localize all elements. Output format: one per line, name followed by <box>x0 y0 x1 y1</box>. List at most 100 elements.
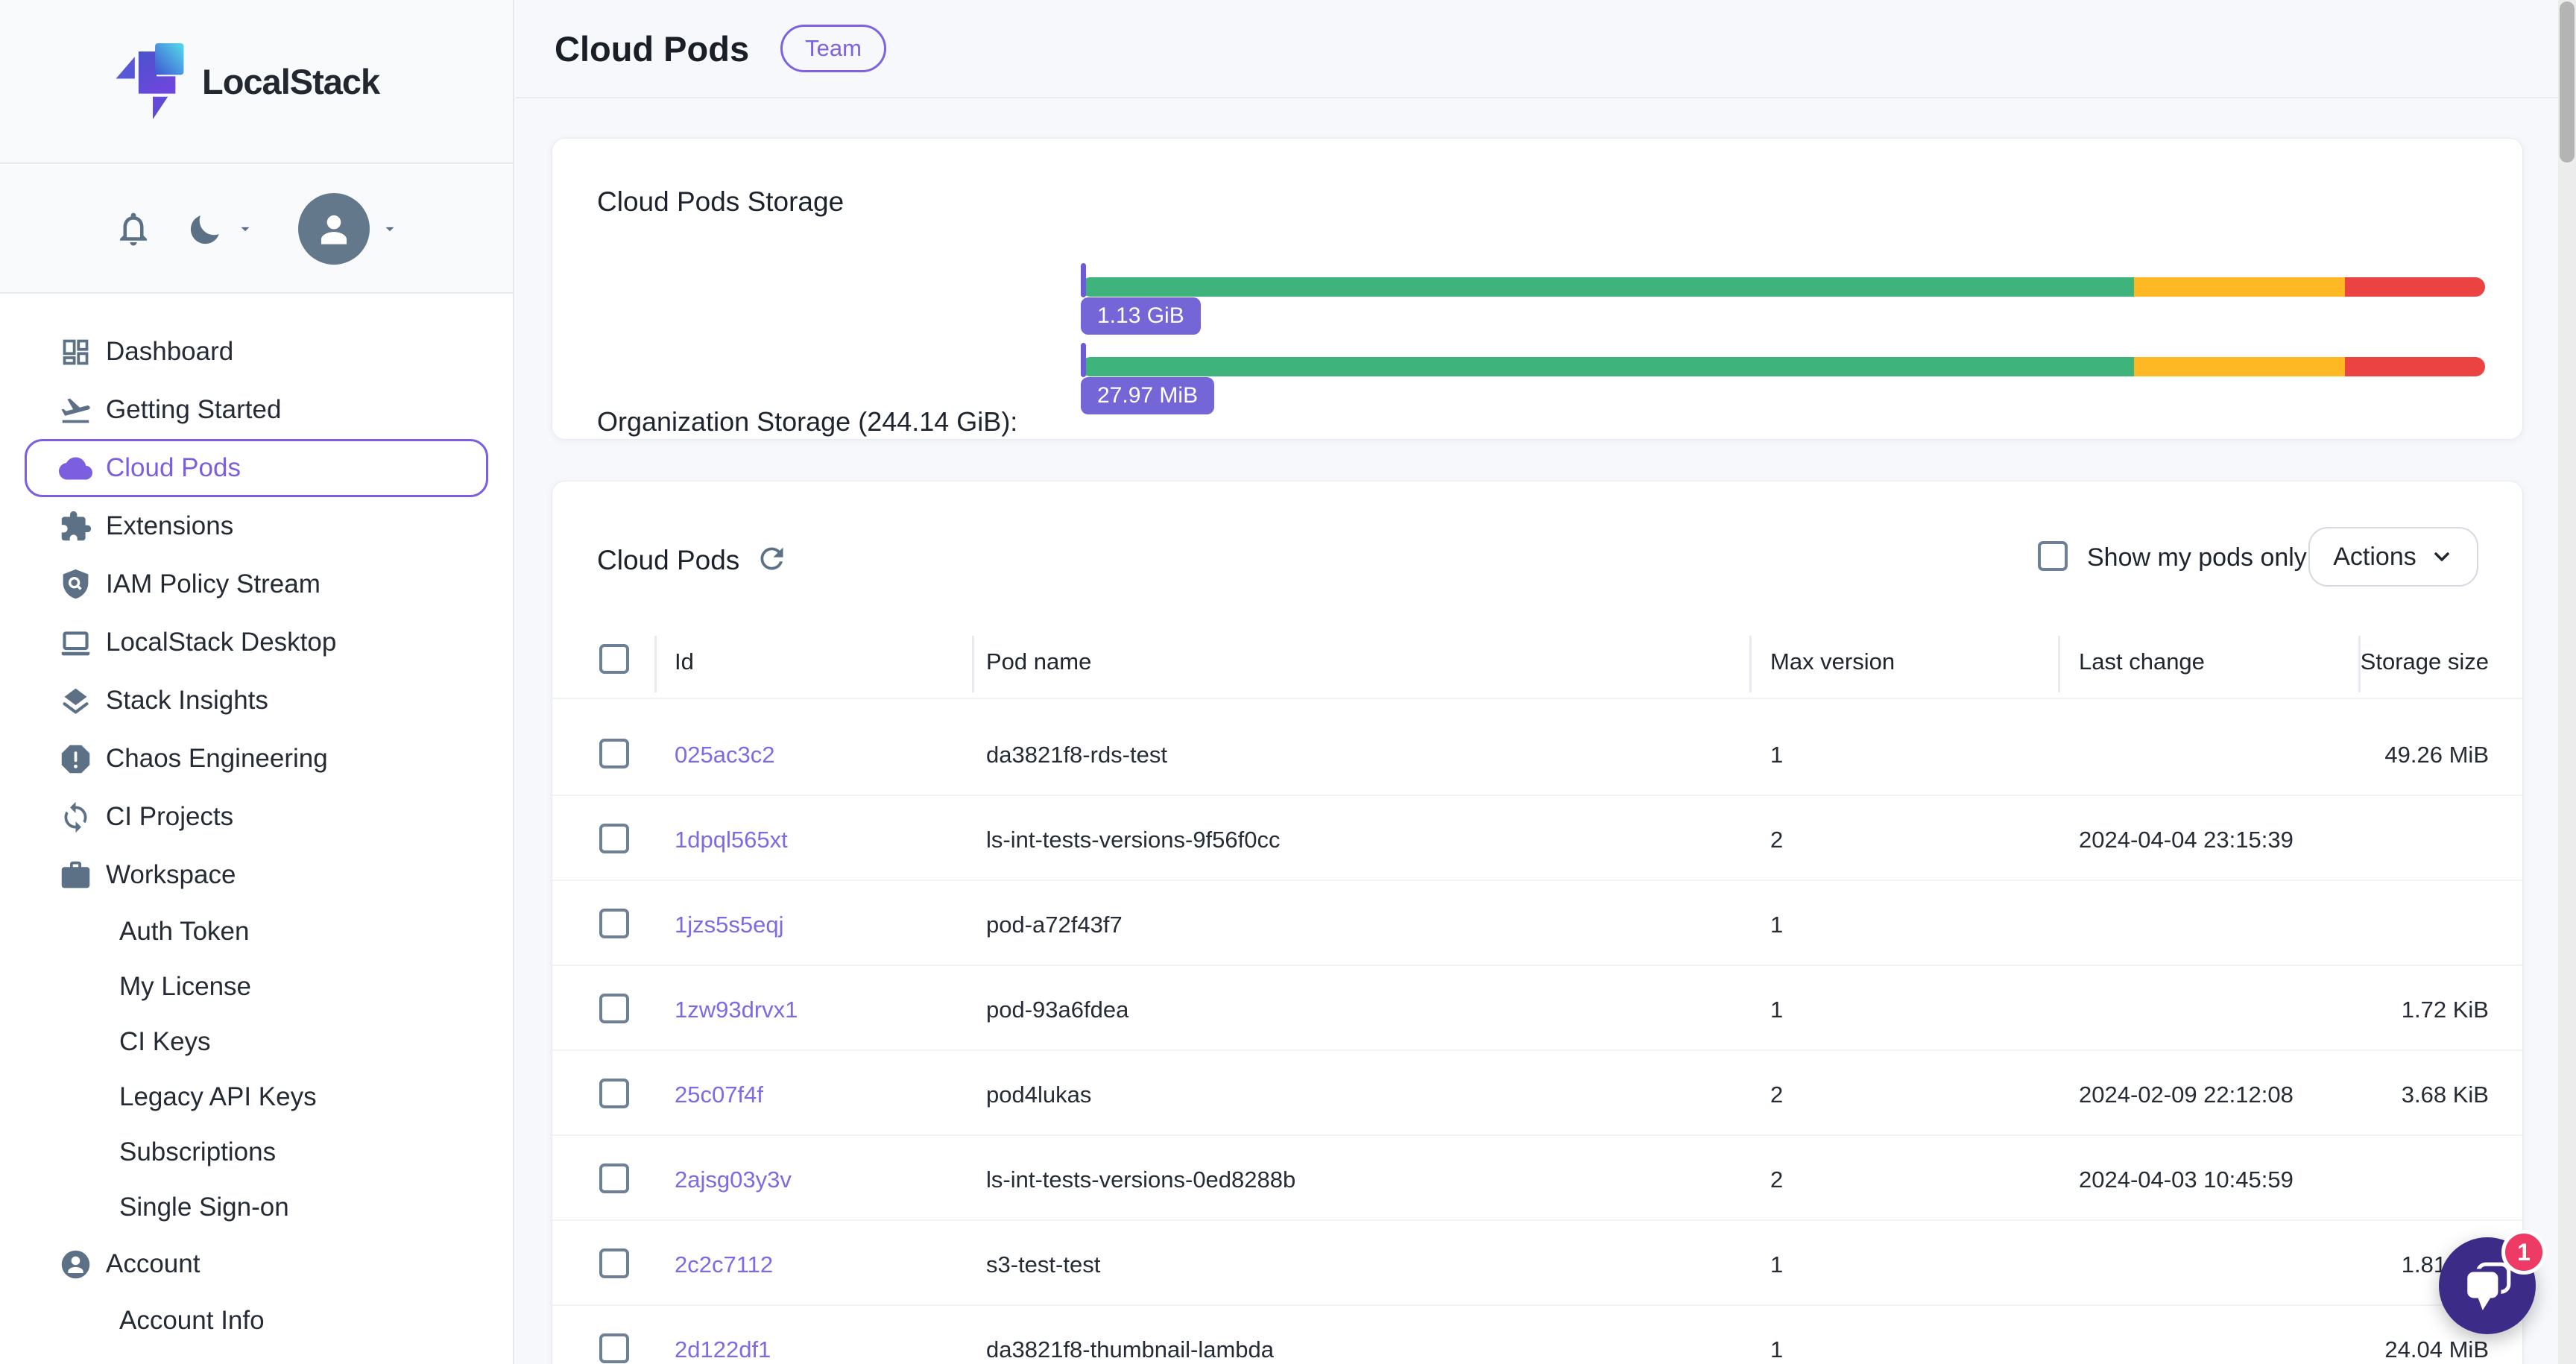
pod-id-link[interactable]: 2c2c7112 <box>675 1251 773 1278</box>
plane-takeoff-icon <box>59 394 92 427</box>
sidebar-item-single-sign-on[interactable]: Single Sign-on <box>25 1180 488 1235</box>
sidebar-item-account[interactable]: Account <box>25 1235 488 1293</box>
column-divider[interactable] <box>1749 636 1752 692</box>
sidebar-item-ci-keys[interactable]: CI Keys <box>25 1014 488 1070</box>
table-row: 2c2c7112 s3-test-test 1 1.81 KiB <box>552 1221 2522 1306</box>
sidebar-menu: Dashboard Getting Started Cloud Pods Ext… <box>0 295 513 1364</box>
row-checkbox[interactable] <box>599 1248 629 1278</box>
pod-id-link[interactable]: 2d122df1 <box>675 1336 771 1363</box>
org-storage-marker <box>1081 263 1086 297</box>
sidebar-item-auth-token[interactable]: Auth Token <box>25 904 488 959</box>
column-header-id[interactable]: Id <box>675 648 694 675</box>
show-my-pods-checkbox[interactable] <box>2038 541 2068 571</box>
page-header: Cloud Pods Team <box>516 0 2576 98</box>
chevron-down-icon <box>236 219 255 239</box>
select-all-checkbox[interactable] <box>599 644 629 674</box>
actions-button[interactable]: Actions <box>2308 527 2478 587</box>
cloud-icon <box>59 452 92 485</box>
shield-search-icon <box>59 568 92 602</box>
user-storage-usage-badge: 27.97 MiB <box>1081 377 1214 414</box>
table-row: 1dpql565xt ls-int-tests-versions-9f56f0c… <box>552 796 2522 881</box>
pod-name-cell: da3821f8-rds-test <box>986 742 1167 768</box>
localstack-logo-icon <box>116 43 184 119</box>
sidebar-item-my-license[interactable]: My License <box>25 959 488 1014</box>
pod-id-link[interactable]: 2ajsg03y3v <box>675 1166 792 1193</box>
storage-size-cell: 1.72 KiB <box>2402 997 2489 1023</box>
sidebar-item-chaos-engineering[interactable]: Chaos Engineering <box>25 730 488 788</box>
theme-selector[interactable] <box>186 209 255 248</box>
row-checkbox[interactable] <box>599 1163 629 1193</box>
page-title: Cloud Pods <box>555 28 749 69</box>
sidebar-item-extensions[interactable]: Extensions <box>25 497 488 555</box>
storage-bar-segment <box>1081 277 2134 297</box>
dashboard-icon <box>59 335 92 369</box>
avatar-icon <box>298 193 370 265</box>
scrollbar-thumb[interactable] <box>2560 1 2575 162</box>
column-header-pod-name[interactable]: Pod name <box>986 648 1091 675</box>
storage-size-cell: 24.04 MiB <box>2384 1336 2489 1363</box>
pod-id-link[interactable]: 1zw93drvx1 <box>675 997 798 1023</box>
row-checkbox[interactable] <box>599 1079 629 1108</box>
storage-bar-segment <box>2134 277 2345 297</box>
column-divider[interactable] <box>2058 636 2060 692</box>
sidebar-item-ci-projects[interactable]: CI Projects <box>25 788 488 846</box>
pod-name-cell: ls-int-tests-versions-0ed8288b <box>986 1166 1295 1193</box>
laptop-icon <box>59 626 92 660</box>
table-row: 1jzs5s5eqj pod-a72f43f7 1 <box>552 881 2522 966</box>
org-storage-bar <box>1081 277 2485 297</box>
pod-id-link[interactable]: 25c07f4f <box>675 1082 763 1108</box>
chevron-down-icon <box>380 219 400 239</box>
row-checkbox[interactable] <box>599 824 629 853</box>
storage-size-cell: 49.26 MiB <box>2384 742 2489 768</box>
pod-id-link[interactable]: 1dpql565xt <box>675 827 788 853</box>
sidebar-item-stack-insights[interactable]: Stack Insights <box>25 672 488 730</box>
logo[interactable]: LocalStack <box>0 0 513 164</box>
column-divider[interactable] <box>654 636 657 692</box>
pod-name-cell: pod-a72f43f7 <box>986 912 1123 938</box>
sidebar-item-iam-policy-stream[interactable]: IAM Policy Stream <box>25 555 488 613</box>
sidebar-item-password-and-authentication[interactable]: Password and Authentication <box>25 1348 488 1364</box>
table-header-divider <box>552 698 2522 699</box>
scrollbar[interactable] <box>2558 0 2576 1364</box>
storage-bar-segment <box>2345 277 2485 297</box>
sidebar-item-localstack-desktop[interactable]: LocalStack Desktop <box>25 613 488 672</box>
user-menu[interactable] <box>298 193 400 265</box>
alert-octagon-icon <box>59 742 92 776</box>
sidebar-item-workspace[interactable]: Workspace <box>25 846 488 904</box>
sidebar-item-account-info[interactable]: Account Info <box>25 1293 488 1348</box>
sidebar-item-dashboard[interactable]: Dashboard <box>25 323 488 381</box>
sidebar-item-cloud-pods[interactable]: Cloud Pods <box>25 439 488 497</box>
sidebar-item-getting-started[interactable]: Getting Started <box>25 381 488 439</box>
column-divider[interactable] <box>972 636 974 692</box>
briefcase-icon <box>59 859 92 892</box>
refresh-icon[interactable] <box>755 542 789 575</box>
top-icon-bar <box>0 165 513 294</box>
org-storage-label: Organization Storage (244.14 GiB): <box>597 406 1017 438</box>
brand-name: LocalStack <box>202 61 379 102</box>
table-row: 25c07f4f pod4lukas 2 2024-02-09 22:12:08… <box>552 1051 2522 1136</box>
storage-bar-segment <box>1081 357 2134 376</box>
pod-name-cell: da3821f8-thumbnail-lambda <box>986 1336 1274 1363</box>
column-header-last-change[interactable]: Last change <box>2079 648 2205 675</box>
row-checkbox[interactable] <box>599 1333 629 1363</box>
pods-card: Cloud Pods Show my pods only Actions Id … <box>552 481 2523 1364</box>
column-header-max-version[interactable]: Max version <box>1770 648 1895 675</box>
layers-icon <box>59 684 92 718</box>
row-checkbox[interactable] <box>599 909 629 938</box>
column-header-storage-size[interactable]: Storage size <box>2361 648 2489 675</box>
max-version-cell: 2 <box>1770 1082 1783 1108</box>
pod-id-link[interactable]: 025ac3c2 <box>675 742 774 768</box>
last-change-cell: 2024-04-03 10:45:59 <box>2079 1166 2294 1193</box>
table-row: 025ac3c2 da3821f8-rds-test 1 49.26 MiB <box>552 711 2522 796</box>
sidebar-item-legacy-api-keys[interactable]: Legacy API Keys <box>25 1070 488 1125</box>
row-checkbox[interactable] <box>599 739 629 768</box>
max-version-cell: 1 <box>1770 997 1783 1023</box>
storage-bar-segment <box>2134 357 2345 376</box>
sync-icon <box>59 801 92 834</box>
sidebar-item-subscriptions[interactable]: Subscriptions <box>25 1125 488 1180</box>
pod-id-link[interactable]: 1jzs5s5eqj <box>675 912 783 938</box>
bell-icon[interactable] <box>113 209 154 249</box>
row-checkbox[interactable] <box>599 994 629 1023</box>
pods-card-title: Cloud Pods <box>597 545 739 576</box>
storage-size-cell: 3.68 KiB <box>2402 1082 2489 1108</box>
